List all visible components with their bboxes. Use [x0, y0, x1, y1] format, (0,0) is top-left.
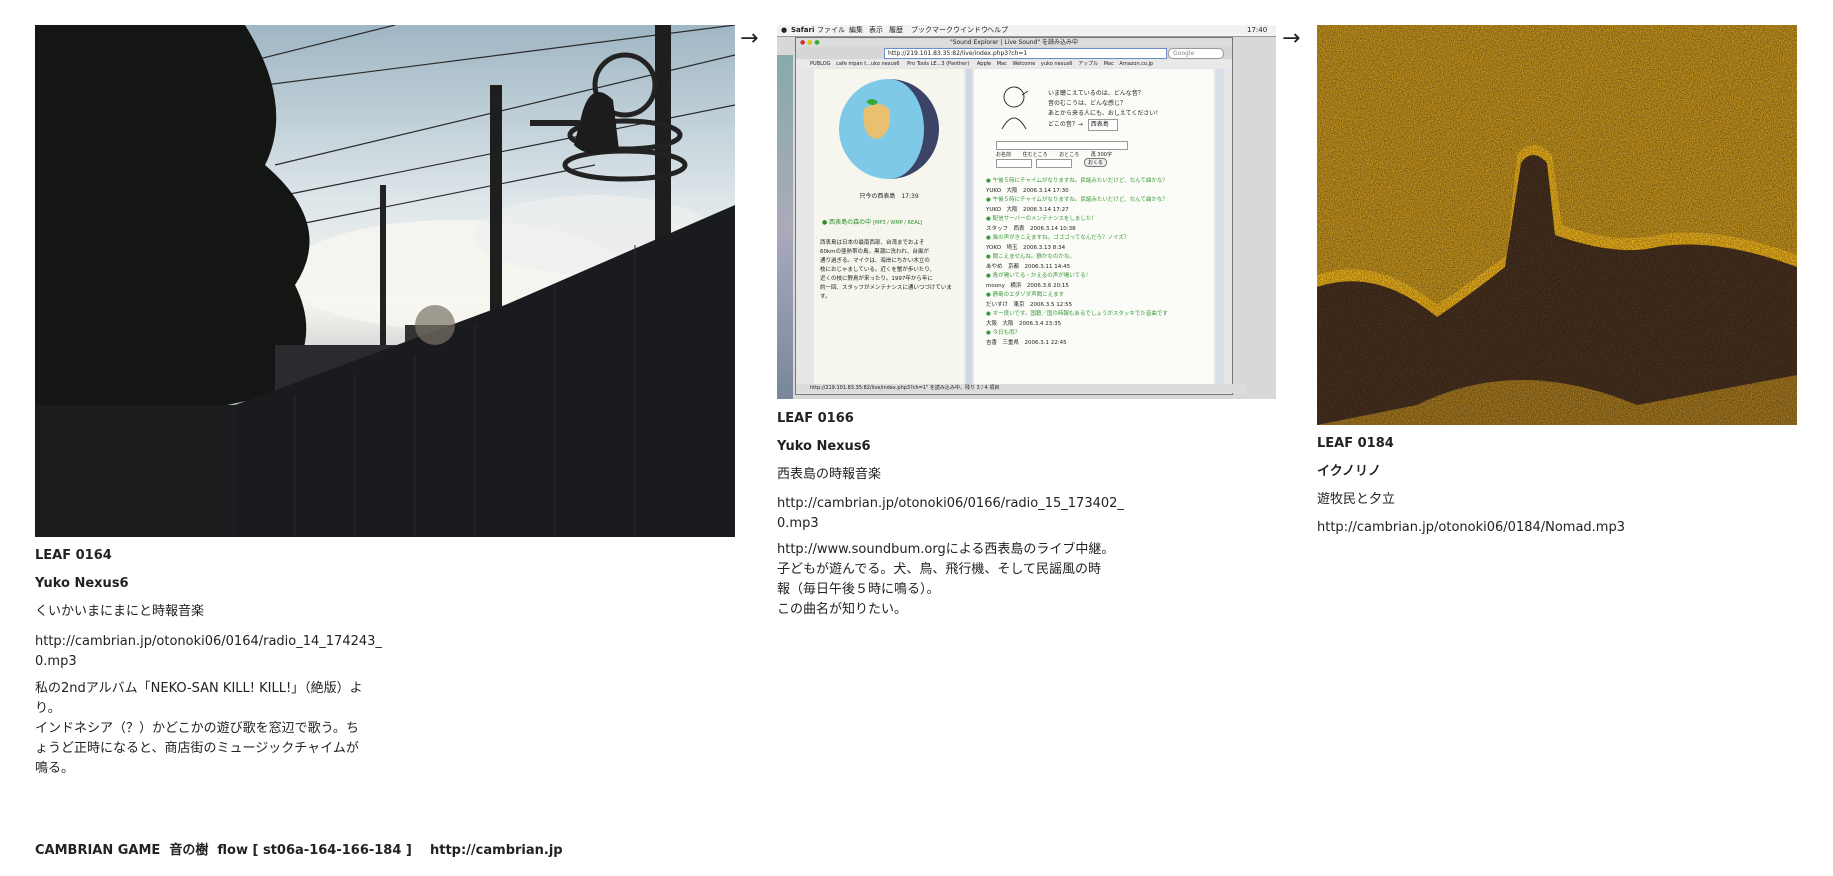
leaf-title: 西表島の時報音楽 [777, 467, 882, 482]
bookmark-item[interactable]: Mac [997, 61, 1007, 67]
bookmark-item[interactable]: アップル [1078, 61, 1098, 67]
flow-arrow-1: → [740, 26, 759, 51]
island-description: 西表島は日本の最南西部、台湾までおよそ 60kmの亜熱帯の島。黒潮に洗われ、台風… [820, 240, 952, 300]
menu-edit[interactable]: 編集 [849, 25, 863, 36]
flow-arrow-2: → [1282, 26, 1301, 51]
place-input[interactable] [1036, 159, 1072, 168]
search-field[interactable]: Google [1168, 48, 1224, 59]
bookmark-item[interactable]: Apple [977, 61, 991, 67]
menu-safari[interactable]: Safari [791, 25, 814, 36]
page-right-column: いま聴こえているのは、どんな音？ 音のむこうは、どんな感じ？ あとから来る人にも… [974, 69, 1214, 384]
stream-link[interactable]: ● 西表島の森の中 [MP3 / WMP / REAL] [822, 217, 922, 226]
window-title: "Sound Explorer | Live Sound" を読み込み中 [796, 38, 1232, 47]
leaf-artist: イクノリノ [1317, 464, 1381, 479]
toolbar: http://219.101.83.35:82/live/index.php3?… [796, 47, 1232, 59]
leaf-artist: Yuko Nexus6 [777, 439, 871, 454]
post-item: ● 午後５時にチャイムがなりますね。民謡みたいだけど、なんて曲かな？ YUKO 大… [986, 178, 1168, 194]
globe-icon [839, 79, 939, 179]
post-item: ● 静島のエダゾダ声聞こえます だいすけ 東京 2006.3.5 12:55 [986, 292, 1073, 308]
leaf-title: 遊牧民と夕立 [1317, 492, 1396, 507]
apple-icon: ● [781, 26, 788, 34]
browser-window: "Sound Explorer | Live Sound" を読み込み中 ● ●… [795, 37, 1246, 395]
leaf-description: 私の2ndアルバム「NEKO-SAN KILL! KILL!」（絶版）よ り。 … [35, 681, 363, 776]
bookmarks-bar: PUBLOG cafe mpan t...uko nexus6 Pro Tool… [796, 60, 1232, 68]
bookmark-item[interactable]: PUBLOG [810, 61, 831, 67]
leaf-title: くいかいまにまにと時報音楽 [35, 604, 205, 619]
traffic-lights: ● ● ● [800, 39, 820, 46]
post-item: ● 配信サーバーのメンテナンスをしました！ スタッフ 西表 2006.3.14 1… [986, 216, 1097, 232]
bookmark-item[interactable]: Pro Tools LE...3 (Panther) [907, 61, 969, 67]
status-bar: http://219.101.83.35:82/live/index.php3?… [796, 384, 1246, 393]
menu-bookmarks[interactable]: ブックマーク [911, 25, 953, 36]
post-item: ● 鳥が鳴いてる・かえるの声が鳴いてる！ moony 横浜 2006.3.6 20… [986, 273, 1092, 289]
leaf-artist: Yuko Nexus6 [35, 576, 129, 591]
menu-window[interactable]: ウインドウ [953, 25, 988, 36]
bookmark-item[interactable]: Mac [1104, 61, 1114, 67]
location-select[interactable]: 西表島 [1087, 119, 1118, 131]
leaf-id: LEAF 0184 [1317, 436, 1394, 451]
menu-view[interactable]: 表示 [869, 25, 883, 36]
menu-history[interactable]: 履歴 [889, 25, 903, 36]
bookmark-item[interactable]: cafe mpan t...uko nexus6 [836, 61, 899, 67]
bookmark-item[interactable]: Welcome [1012, 61, 1035, 67]
post-list: ● 午後５時にチャイムがなりますね。民謡みたいだけど、なんて曲かな？ YUKO 大… [986, 177, 1211, 348]
bookmark-item[interactable]: yuko nexus6 [1041, 61, 1073, 67]
name-input[interactable] [996, 159, 1032, 168]
dusk-street-photo [35, 25, 735, 537]
post-item: ● オー良いです。国籍／国の時報もあるでしょうがスタッキでた音曲です 大阪 大阪 … [986, 311, 1168, 327]
dock[interactable] [777, 55, 793, 399]
post-item: ● 午後５時にチャイムがなりますね。民謡みたいだけど、なんて曲かな？ YUKO 大… [986, 197, 1168, 213]
leaf-url[interactable]: http://cambrian.jp/otonoki06/0164/radio_… [35, 632, 382, 672]
bookmark-item[interactable]: Amazon.co.jp [1119, 61, 1153, 67]
question-block: いま聴こえているのは、どんな音？ 音のむこうは、どんな感じ？ あとから来る人にも… [1048, 89, 1161, 131]
leaf-id: LEAF 0164 [35, 548, 112, 563]
globe-caption: 只今の西表島 17:39 [859, 193, 919, 200]
footer-url[interactable]: http://cambrian.jp [430, 843, 563, 858]
post-item: ● 聞こえませんね。静かなのかな。 あやめ 京都 2006.3.11 14:45 [986, 254, 1075, 270]
page-scrollbar[interactable] [1216, 69, 1224, 384]
menubar-clock: 17:40 [1247, 26, 1268, 34]
leaf-description: http://www.soundbum.orgによる西表島のライブ中継。 子ども… [777, 542, 1115, 617]
listener-figure-icon [1001, 86, 1029, 130]
menubar: ● Safari ファイル 編集 表示 履歴 ブックマーク ウインドウ ヘルプ … [777, 25, 1276, 37]
send-button[interactable]: おくる [1084, 158, 1107, 167]
footer-title: CAMBRIAN GAME 音の樹 flow [ st06a-164-166-1… [35, 843, 563, 858]
post-item: ● 今日も雨？ 吉香 三重県 2006.3.1 22:45 [986, 330, 1067, 346]
post-item: ● 風の声がきこえますね。ゴゴゴってなんだろ？ノイズ？ YOKO 埼玉 2006.… [986, 235, 1130, 251]
form-labels: お名前 住むところ おところ 再 300字 [996, 152, 1112, 158]
page-left-column: 只今の西表島 17:39 ● 西表島の森の中 [MP3 / WMP / REAL… [814, 69, 964, 384]
menu-help[interactable]: ヘルプ [987, 25, 1008, 36]
nomad-silhouette-image [1317, 25, 1797, 425]
leaf-url[interactable]: http://cambrian.jp/otonoki06/0166/radio_… [777, 494, 1124, 534]
address-bar[interactable]: http://219.101.83.35:82/live/index.php3?… [884, 48, 1167, 59]
leaf-id: LEAF 0166 [777, 411, 854, 426]
leaf-0164-image [35, 25, 735, 537]
leaf-0166-image: ● Safari ファイル 編集 表示 履歴 ブックマーク ウインドウ ヘルプ … [777, 25, 1276, 399]
leaf-url[interactable]: http://cambrian.jp/otonoki06/0184/Nomad.… [1317, 519, 1625, 537]
leaf-0184-image [1317, 25, 1797, 425]
menu-file[interactable]: ファイル [817, 25, 845, 36]
frame-scrollbar[interactable] [966, 69, 972, 384]
comment-input[interactable] [996, 141, 1128, 150]
